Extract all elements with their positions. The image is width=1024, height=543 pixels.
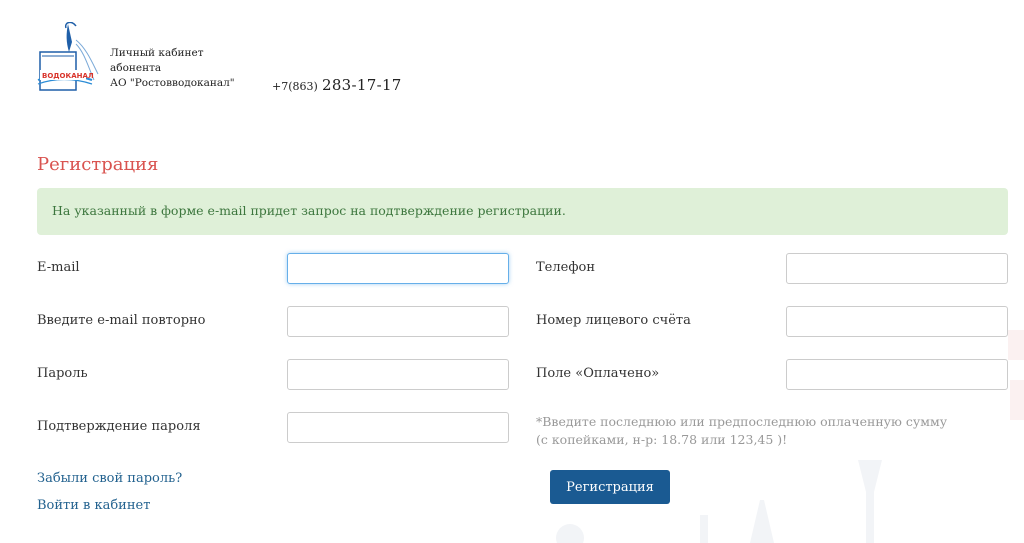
phone-label: Телефон <box>536 260 595 275</box>
brand-line: абонента <box>110 62 162 74</box>
phone-prefix: +7(863) <box>272 80 318 93</box>
brand-line: АО "Ростовводоканал" <box>110 77 235 89</box>
page-title: Регистрация <box>37 154 159 175</box>
hint-line: (с копейками, н-р: 18.78 или 123,45 )! <box>536 432 788 447</box>
logo-text: ВОДОКАНАЛ <box>42 72 94 80</box>
account-number-field[interactable] <box>786 306 1008 337</box>
phone-field[interactable] <box>786 253 1008 284</box>
email-repeat-field[interactable] <box>287 306 509 337</box>
password-field[interactable] <box>287 359 509 390</box>
header: ВОДОКАНАЛ Личный кабинет абонента АО "Ро… <box>36 22 456 102</box>
paid-amount-label: Поле «Оплачено» <box>536 366 660 381</box>
info-alert: На указанный в форме e-mail придет запро… <box>37 188 1008 235</box>
paid-amount-field[interactable] <box>786 359 1008 390</box>
login-link[interactable]: Войти в кабинет <box>37 498 150 513</box>
brand-text: Личный кабинет абонента АО "Ростовводока… <box>110 46 235 91</box>
paid-amount-hint: *Введите последнюю или предпоследнюю опл… <box>536 413 966 449</box>
password-confirm-field[interactable] <box>287 412 509 443</box>
forgot-password-link[interactable]: Забыли свой пароль? <box>37 471 182 486</box>
email-label: E-mail <box>37 260 80 275</box>
password-confirm-label: Подтверждение пароля <box>37 419 201 434</box>
vodokanal-logo: ВОДОКАНАЛ <box>37 22 99 91</box>
brand-line: Личный кабинет <box>110 47 204 59</box>
phone-number[interactable]: 283-17-17 <box>322 76 402 94</box>
password-label: Пароль <box>37 366 88 381</box>
email-field[interactable] <box>287 253 509 284</box>
register-button[interactable]: Регистрация <box>550 470 670 504</box>
account-number-label: Номер лицевого счёта <box>536 313 691 328</box>
hint-line: *Введите последнюю или предпоследнюю опл… <box>536 414 948 429</box>
email-repeat-label: Введите e-mail повторно <box>37 313 206 328</box>
